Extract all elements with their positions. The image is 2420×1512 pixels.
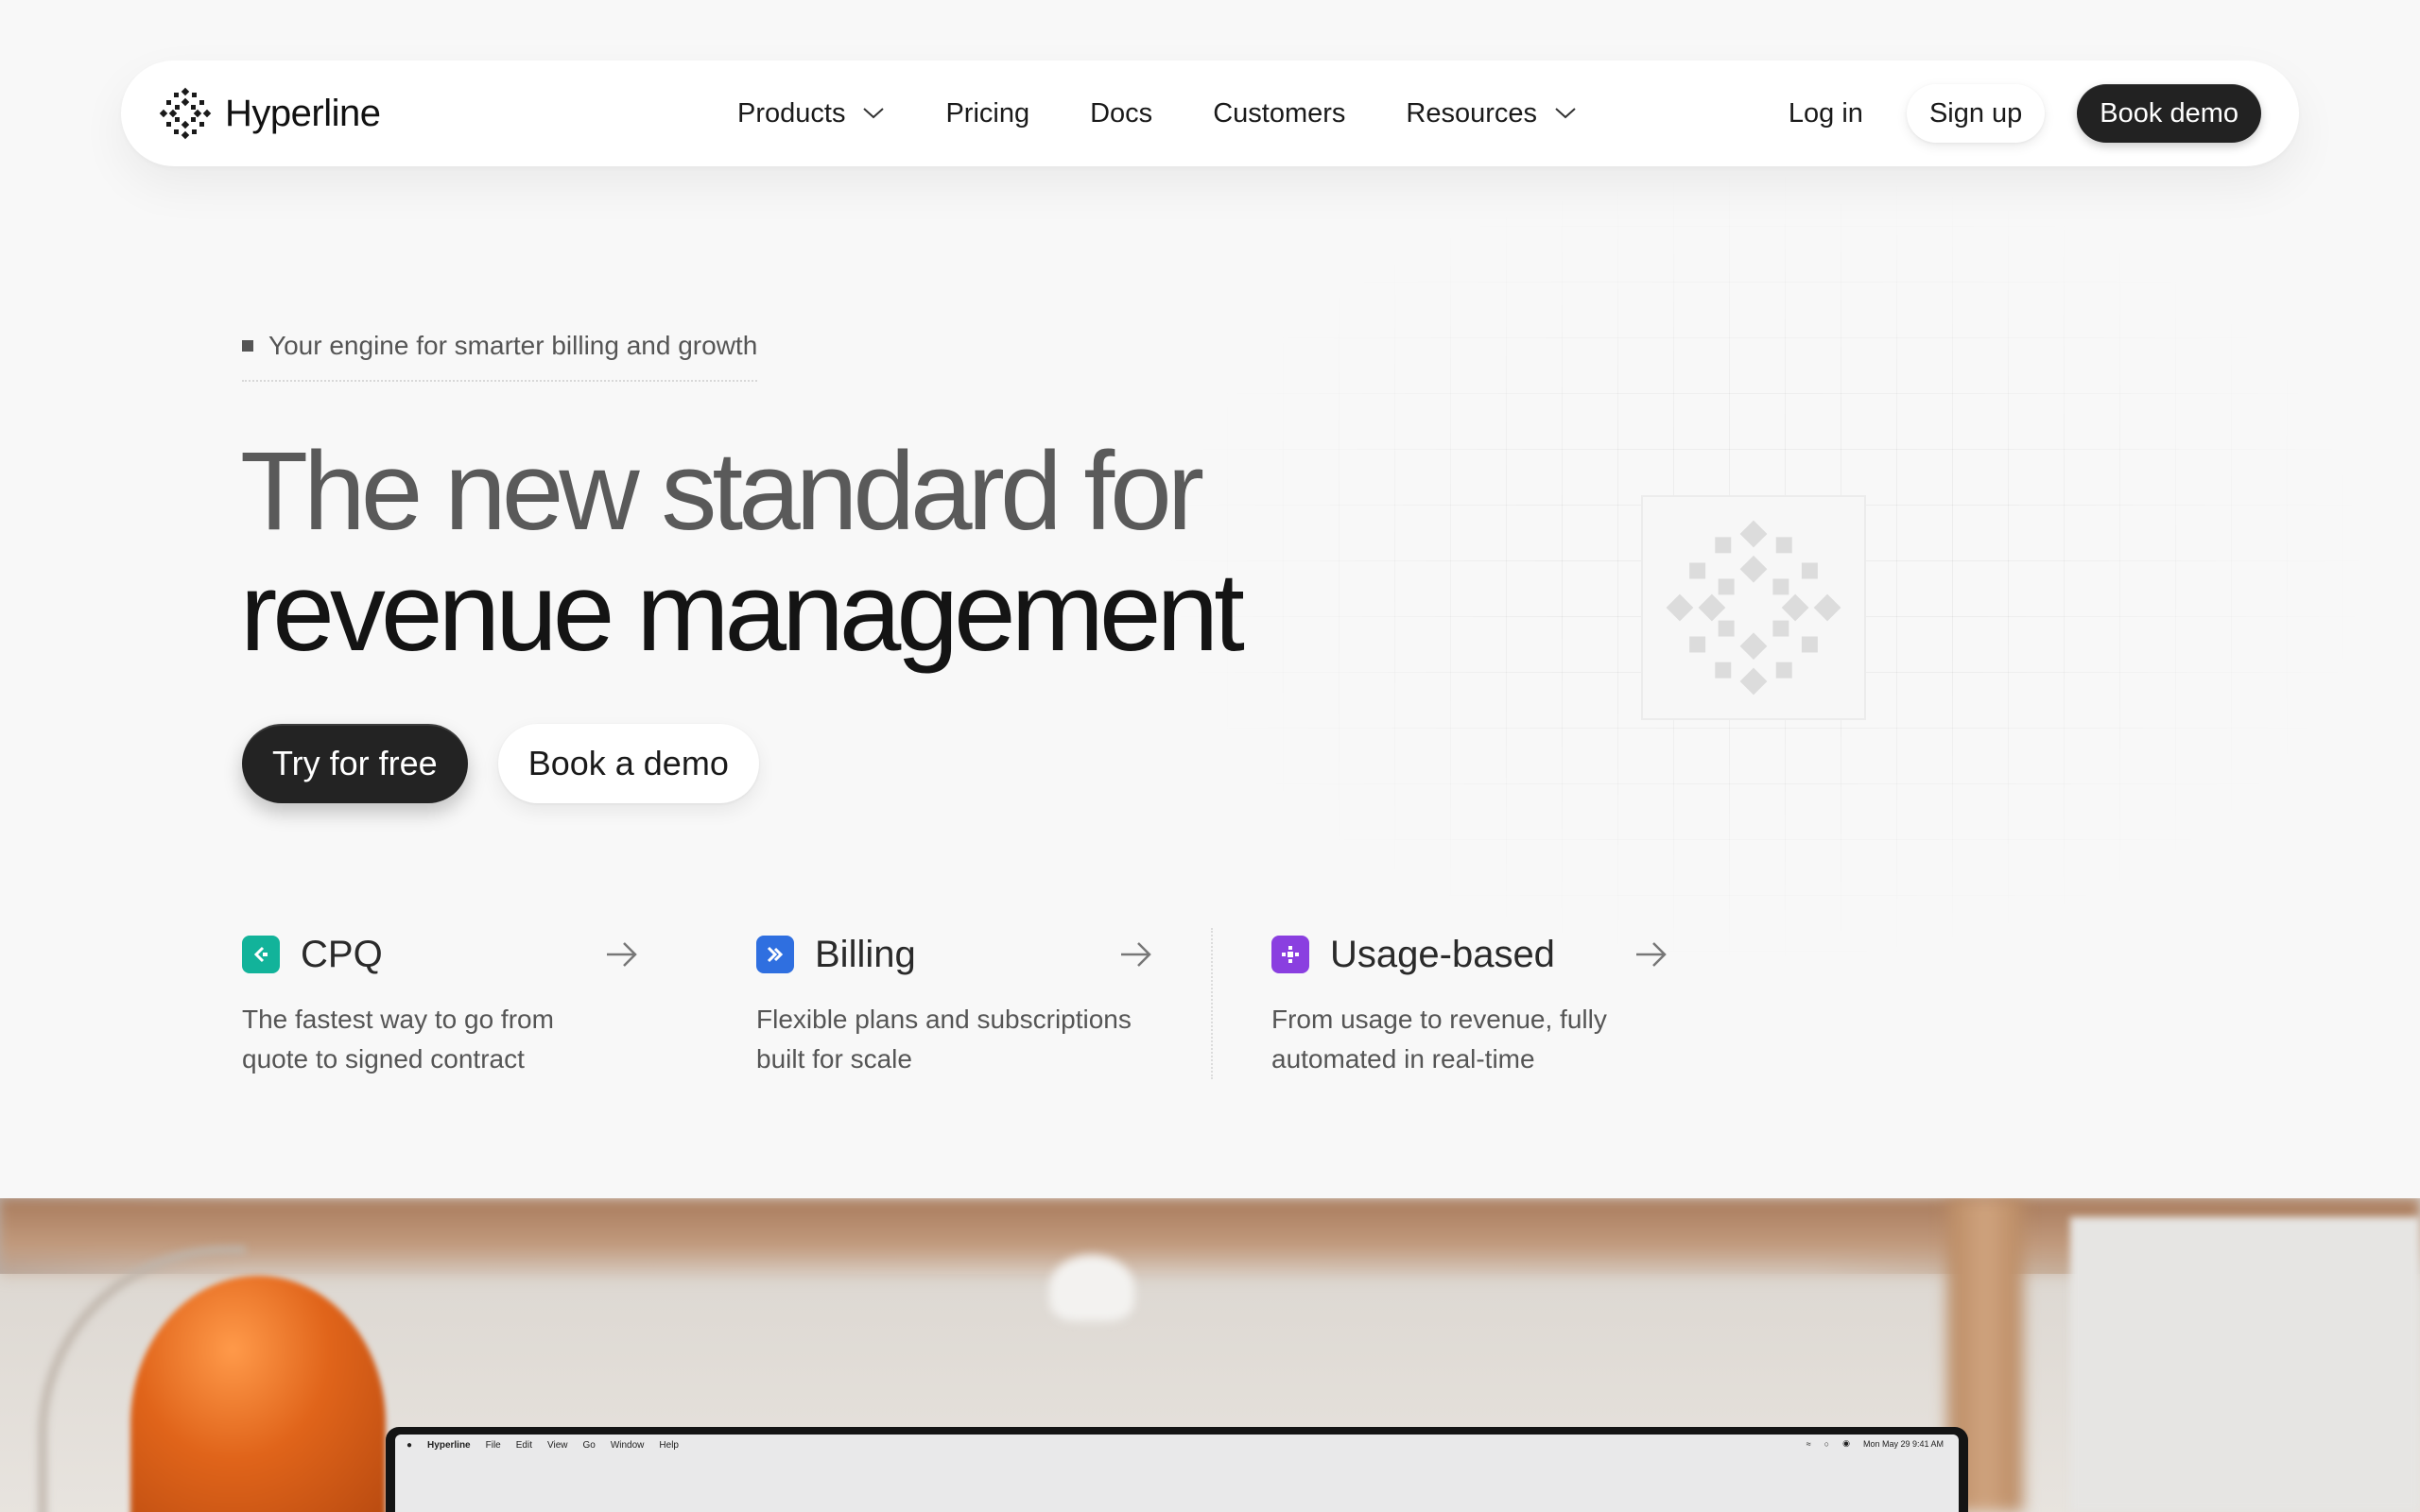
brand-name: Hyperline xyxy=(225,92,381,134)
product-billing-head: Billing xyxy=(756,930,1153,979)
nav-products-label: Products xyxy=(737,97,846,129)
nav-customers-label: Customers xyxy=(1213,97,1346,129)
hero-eyebrow-text: Your engine for smarter billing and grow… xyxy=(268,331,758,360)
product-billing-description: Flexible plans and subscriptions built f… xyxy=(756,1005,1132,1074)
hero-headline-line2: revenue management xyxy=(240,550,1245,675)
billing-icon xyxy=(756,936,794,973)
cpq-icon xyxy=(242,936,280,973)
nav-docs[interactable]: Docs xyxy=(1090,98,1152,129)
product-divider xyxy=(1211,928,1213,1079)
product-cpq-title: CPQ xyxy=(301,933,383,975)
monitor-screen: ● Hyperline File Edit View Go Window Hel… xyxy=(395,1435,1959,1512)
product-usage-based[interactable]: Usage-based From usage to revenue, fully… xyxy=(1271,930,1668,1079)
try-for-free-button[interactable]: Try for free xyxy=(242,724,468,803)
book-demo-nav-button[interactable]: Book demo xyxy=(2077,84,2261,143)
product-billing-title: Billing xyxy=(815,933,916,975)
nav-resources[interactable]: Resources xyxy=(1406,98,1577,129)
photo-ceiling xyxy=(0,1198,2420,1283)
arrow-right-icon xyxy=(1121,942,1151,967)
photo-monitor: ● Hyperline File Edit View Go Window Hel… xyxy=(386,1427,1968,1512)
usage-icon xyxy=(1271,936,1309,973)
product-usage-description: From usage to revenue, fully automated i… xyxy=(1271,1005,1607,1074)
arrow-right-icon xyxy=(1636,942,1667,967)
brand-logo-link[interactable]: Hyperline xyxy=(159,60,381,166)
top-navbar: Hyperline Products Pricing Docs Customer… xyxy=(121,60,2299,166)
hero-cta-row: Try for free Book a demo xyxy=(242,724,759,803)
arrow-right-icon xyxy=(607,942,637,967)
product-cpq[interactable]: CPQ The fastest way to go from quote to … xyxy=(242,930,639,1079)
screen-menubar-status: ≈ ○ ◉ Mon May 29 9:41 AM xyxy=(1806,1438,1944,1449)
nav-products[interactable]: Products xyxy=(737,98,885,129)
hero-headline-line1: The new standard for xyxy=(240,429,1204,554)
nav-actions: Log in Sign up Book demo xyxy=(1789,60,2261,166)
chevron-down-icon xyxy=(1555,108,1576,119)
hyperline-logo-large-icon xyxy=(1666,520,1841,696)
hyperline-logo-icon xyxy=(159,87,212,140)
wifi-icon: ≈ xyxy=(1806,1438,1811,1449)
hero-headline: The new standard for revenue management xyxy=(240,429,1245,675)
login-link[interactable]: Log in xyxy=(1789,98,1863,129)
menubar-help: Help xyxy=(659,1439,679,1451)
product-usage-head: Usage-based xyxy=(1271,930,1668,979)
nav-docs-label: Docs xyxy=(1090,97,1153,129)
book-a-demo-button[interactable]: Book a demo xyxy=(497,724,759,803)
chevron-down-icon xyxy=(863,108,885,119)
nav-pricing-label: Pricing xyxy=(945,97,1030,129)
menubar-go: Go xyxy=(582,1439,596,1451)
search-icon: ○ xyxy=(1824,1438,1830,1449)
menubar-app: Hyperline xyxy=(427,1439,471,1451)
product-cpq-description: The fastest way to go from quote to sign… xyxy=(242,1005,554,1074)
menubar-file: File xyxy=(485,1439,501,1451)
screen-clock: Mon May 29 9:41 AM xyxy=(1862,1438,1944,1449)
control-center-icon: ◉ xyxy=(1842,1438,1850,1448)
square-bullet-icon xyxy=(242,340,253,352)
nav-pricing[interactable]: Pricing xyxy=(945,98,1029,129)
menubar-edit: Edit xyxy=(515,1439,532,1451)
nav-customers[interactable]: Customers xyxy=(1213,98,1345,129)
product-billing[interactable]: Billing Flexible plans and subscriptions… xyxy=(756,930,1153,1079)
screen-menubar: ● Hyperline File Edit View Go Window Hel… xyxy=(395,1435,1959,1455)
hero-eyebrow: Your engine for smarter billing and grow… xyxy=(242,331,758,382)
signup-button[interactable]: Sign up xyxy=(1906,84,2046,143)
photo-white-lamp xyxy=(1049,1255,1134,1321)
menubar-view: View xyxy=(546,1439,568,1451)
menubar-window: Window xyxy=(610,1439,645,1451)
product-usage-title: Usage-based xyxy=(1330,933,1555,975)
apple-icon: ● xyxy=(406,1439,413,1451)
hero-logo-tile xyxy=(1641,495,1866,720)
product-cpq-head: CPQ xyxy=(242,930,639,979)
nav-resources-label: Resources xyxy=(1406,97,1538,129)
nav-links: Products Pricing Docs Customers Resource… xyxy=(737,60,1577,166)
photo-window xyxy=(2070,1217,2420,1512)
